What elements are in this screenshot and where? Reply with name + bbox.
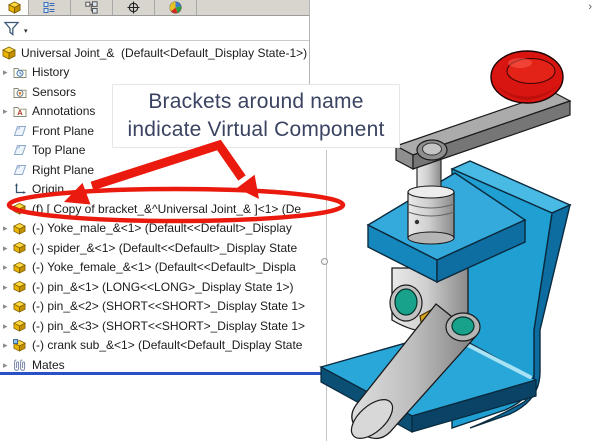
model-shaft[interactable] xyxy=(408,158,454,244)
tree-item-label: Origin xyxy=(32,182,64,196)
rollback-bar[interactable] xyxy=(0,372,326,375)
svg-text:A: A xyxy=(17,108,23,117)
annotations-icon: A xyxy=(13,104,28,118)
tab-featuremanager-icon xyxy=(8,1,21,14)
tree-item-pin-3[interactable]: ▸ (-) pin_&<3> (SHORT<<SHORT>_Display Sta… xyxy=(0,316,326,336)
tree-item-pin-1[interactable]: ▸ (-) pin_&<1> (LONG<<LONG>_Display State… xyxy=(0,277,326,297)
mates-icon xyxy=(13,358,28,372)
filter-dropdown-caret[interactable]: ▾ xyxy=(24,27,28,35)
tree-item-history[interactable]: ▸ History xyxy=(0,63,326,83)
origin-icon xyxy=(13,182,28,196)
expand-arrow-icon[interactable]: ▸ xyxy=(0,301,13,311)
tree-item-yoke-male[interactable]: ▸ (-) Yoke_male_&<1> (Default<<Default>_D… xyxy=(0,219,326,239)
tree-item-spider[interactable]: ▸ (-) spider_&<1> (Default<<Default>_Disp… xyxy=(0,238,326,258)
expand-arrow-icon[interactable]: ▸ xyxy=(0,67,13,77)
tree-item-label: Top Plane xyxy=(32,143,85,157)
tree-item-label: (f) [ Copy of bracket_&^Universal Joint_… xyxy=(32,202,301,216)
plane-icon xyxy=(13,124,28,138)
tree-item-bracket-copy-virtual[interactable]: (f) [ Copy of bracket_&^Universal Joint_… xyxy=(0,199,326,219)
tree-item-yoke-female[interactable]: ▸ (-) Yoke_female_&<1> (Default<<Default>… xyxy=(0,258,326,278)
tree-item-label: Annotations xyxy=(32,104,95,118)
tab-dimxpertmanager-icon xyxy=(127,1,140,14)
part-icon xyxy=(13,260,28,274)
tab-configurationmanager[interactable] xyxy=(71,0,113,15)
tree-item-label: (-) Yoke_male_&<1> (Default<<Default>_Di… xyxy=(32,221,292,235)
tab-propertymanager[interactable] xyxy=(29,0,71,15)
tree-item-crank-sub[interactable]: ▸ (-) crank sub_&<1> (Default<Default_Dis… xyxy=(0,336,326,356)
tab-configurationmanager-icon xyxy=(85,1,98,14)
subassembly-icon xyxy=(13,338,28,352)
tab-displaymanager-icon xyxy=(169,1,182,14)
tab-propertymanager-icon xyxy=(43,1,56,14)
tab-dimxpertmanager[interactable] xyxy=(113,0,155,15)
tree-item-label: Mates xyxy=(32,358,65,372)
assembly-icon xyxy=(2,46,17,60)
history-icon xyxy=(13,65,28,79)
tree-item-label: (-) spider_&<1> (Default<<Default>_Displ… xyxy=(32,241,297,255)
annotation-callout: Brackets around name indicate Virtual Co… xyxy=(112,84,400,148)
tree-item-label: (-) pin_&<3> (SHORT<<SHORT>_Display Stat… xyxy=(32,319,305,333)
tree-item-label: (-) crank sub_&<1> (Default<Default_Disp… xyxy=(32,338,302,352)
filter-icon[interactable] xyxy=(3,19,21,37)
expand-arrow-icon[interactable]: ▸ xyxy=(0,106,13,116)
tree-item-label: Right Plane xyxy=(32,163,94,177)
expand-arrow-icon[interactable]: ▸ xyxy=(0,243,13,253)
model-crank-arm[interactable] xyxy=(396,92,570,169)
tree-item-label: (-) Yoke_female_&<1> (Default<<Default>_… xyxy=(32,260,296,274)
plane-icon xyxy=(13,163,28,177)
filter-bar: ▾ xyxy=(0,16,309,41)
plane-icon xyxy=(13,143,28,157)
expand-arrow-icon[interactable]: ▸ xyxy=(0,340,13,350)
tree-item-label: (-) pin_&<1> (LONG<<LONG>_Display State … xyxy=(32,280,293,294)
tree-item-label: History xyxy=(32,65,69,79)
solidworks-window: › ▾ Universal Joint_& (Default<Default_D… xyxy=(0,0,600,441)
tree-item-right-plane[interactable]: Right Plane xyxy=(0,160,326,180)
tab-displaymanager[interactable] xyxy=(155,0,197,15)
panel-flyout-chevron[interactable]: › xyxy=(588,0,592,15)
expand-arrow-icon[interactable]: ▸ xyxy=(0,282,13,292)
part-icon xyxy=(13,280,28,294)
tree-item-pin-2[interactable]: ▸ (-) pin_&<2> (SHORT<<SHORT>_Display Sta… xyxy=(0,297,326,317)
model-knob[interactable] xyxy=(491,51,563,103)
expand-arrow-icon[interactable]: ▸ xyxy=(0,360,13,370)
annotation-line2: indicate Virtual Component xyxy=(128,116,385,144)
expand-arrow-icon[interactable]: ▸ xyxy=(0,321,13,331)
tree-item-label: (-) pin_&<2> (SHORT<<SHORT>_Display Stat… xyxy=(32,299,305,313)
part-icon xyxy=(13,319,28,333)
part-icon xyxy=(13,241,28,255)
tab-featuremanager[interactable] xyxy=(0,0,29,15)
part-icon xyxy=(13,299,28,313)
sensors-icon xyxy=(13,85,28,99)
panel-border xyxy=(309,0,310,84)
expand-arrow-icon[interactable]: ▸ xyxy=(0,223,13,233)
tree-item-label: Front Plane xyxy=(32,124,94,138)
tree-item-origin[interactable]: Origin xyxy=(0,180,326,200)
part-icon xyxy=(13,202,28,216)
expand-arrow-icon[interactable]: ▸ xyxy=(0,262,13,272)
annotation-line1: Brackets around name xyxy=(148,88,363,116)
tree-root-assembly[interactable]: Universal Joint_& (Default<Default_Displ… xyxy=(0,43,326,63)
tree-item-label: Sensors xyxy=(32,85,76,99)
tree-root-label: Universal Joint_& (Default<Default_Displ… xyxy=(21,46,307,60)
part-icon xyxy=(13,221,28,235)
panel-tab-bar xyxy=(0,0,309,16)
